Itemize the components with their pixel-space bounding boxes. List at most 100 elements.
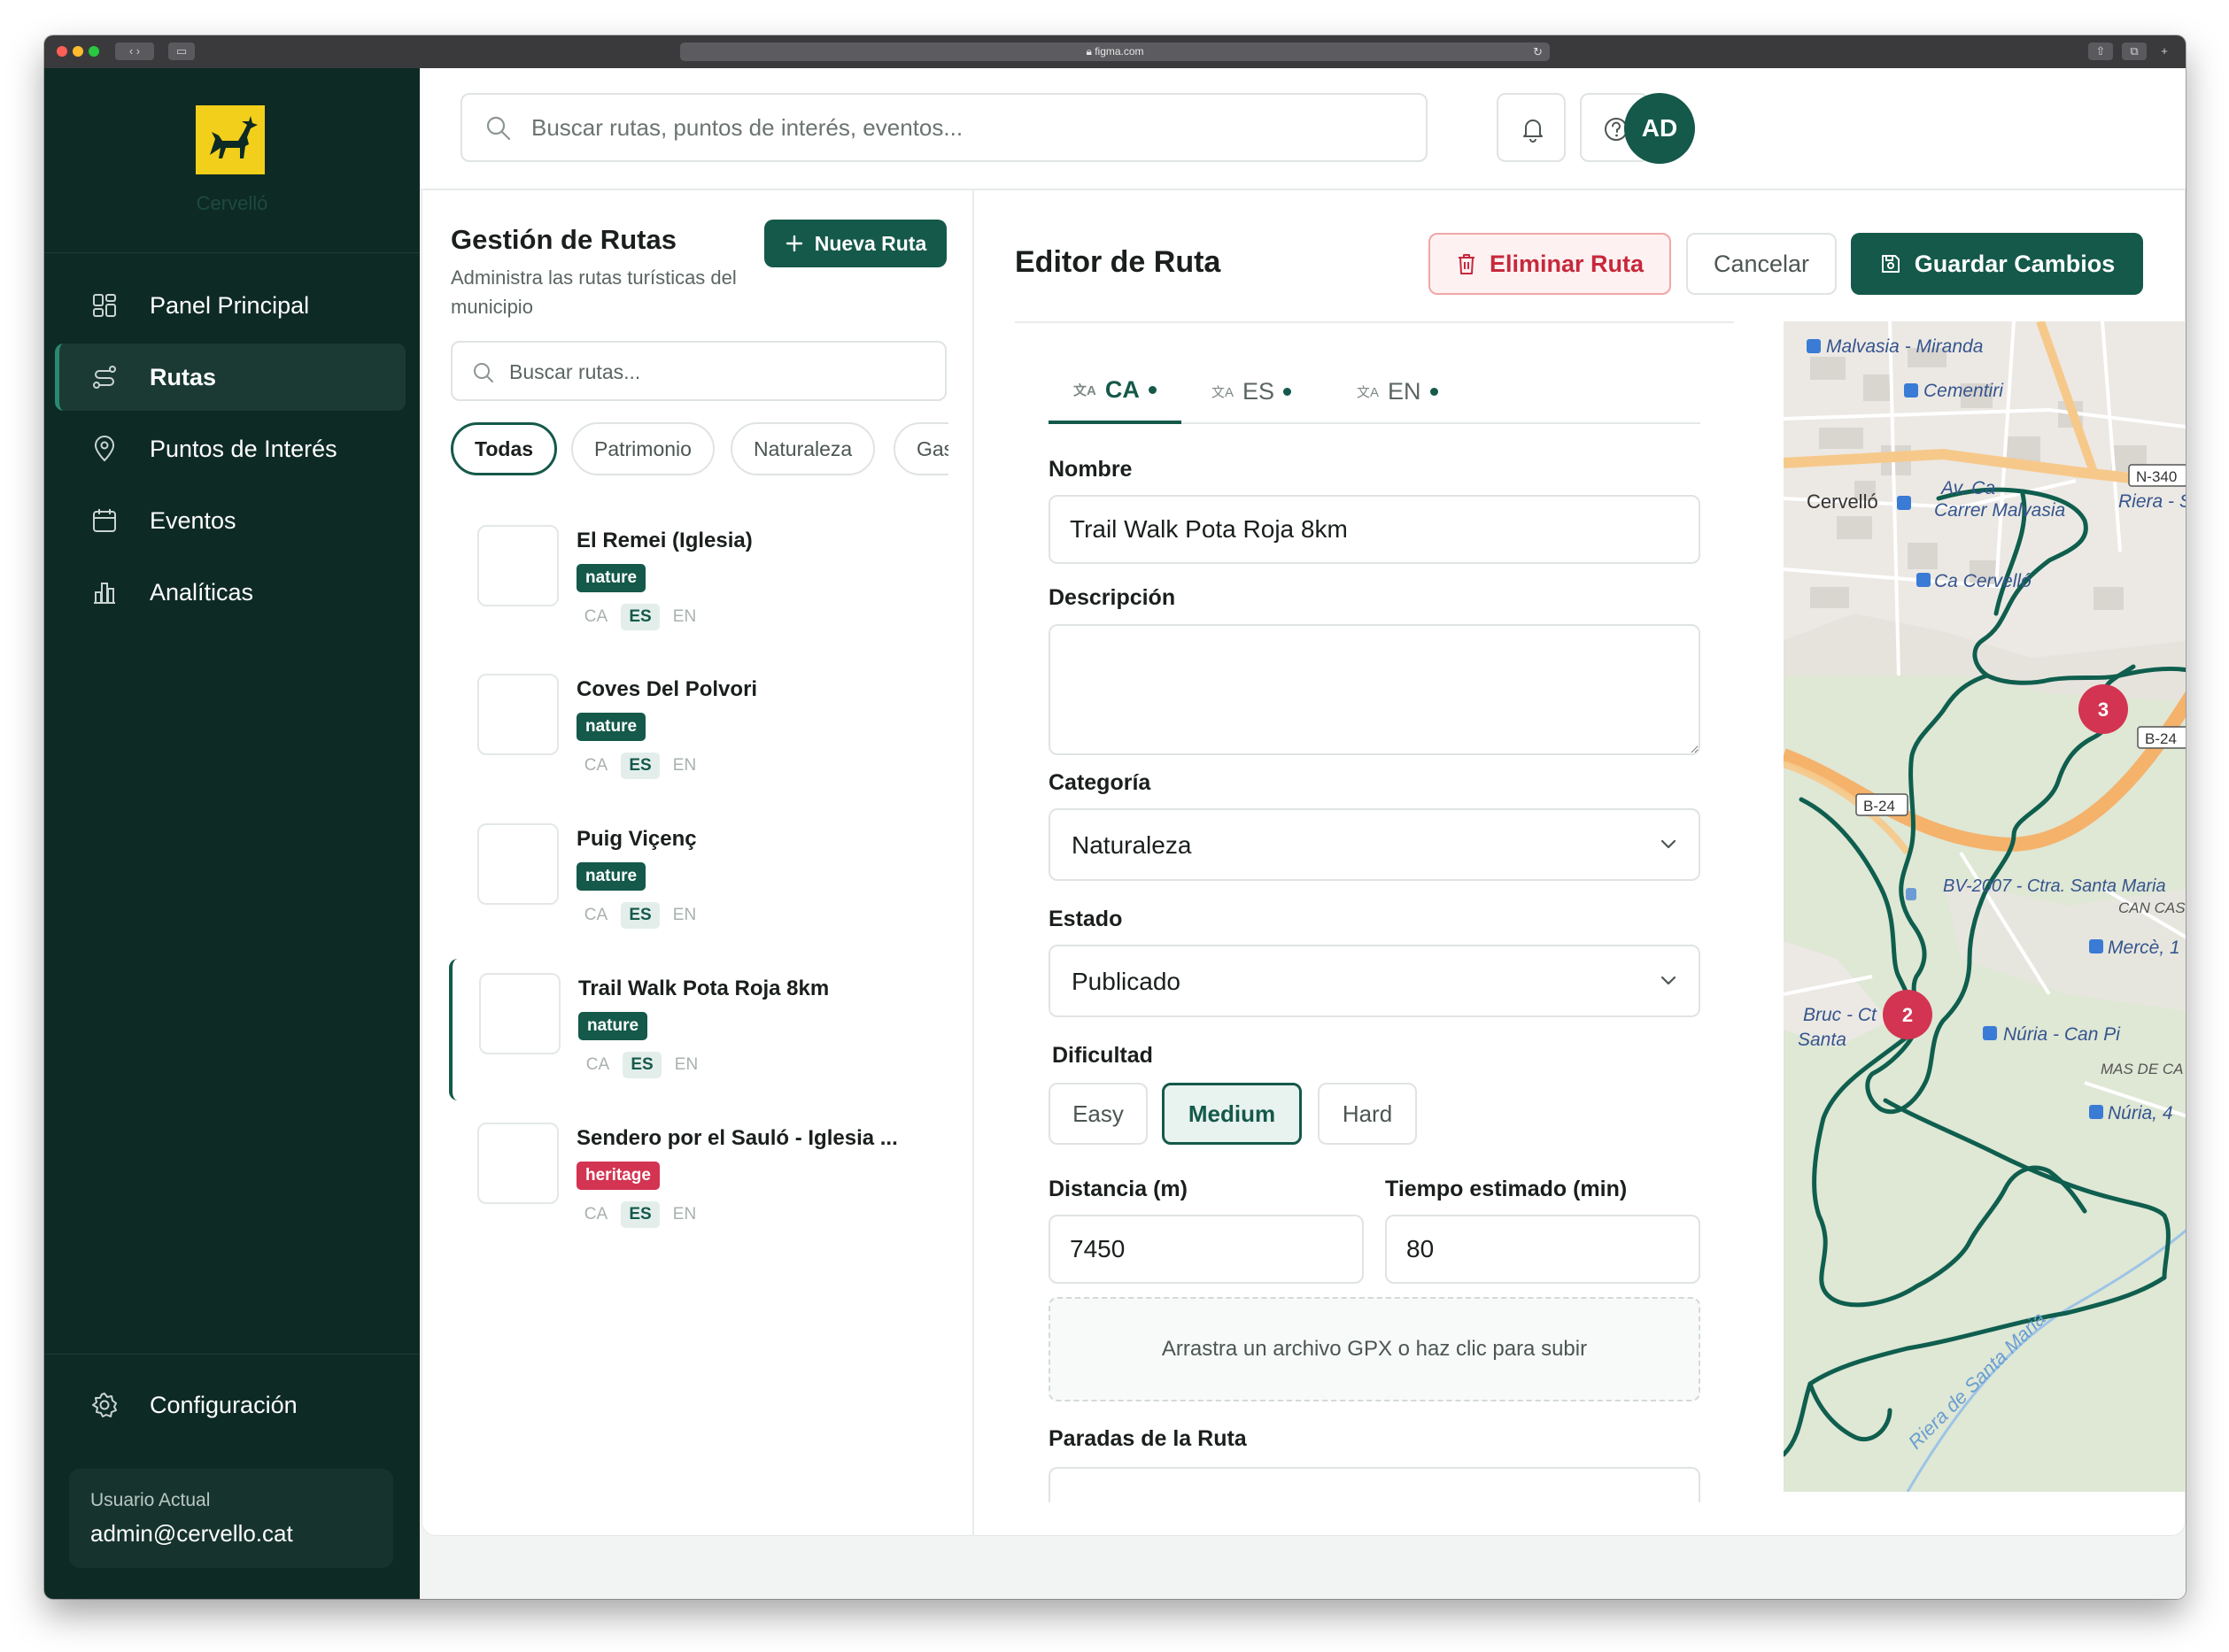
tab-es[interactable]: 文A ES	[1211, 359, 1292, 424]
sidebar-toggle-icon[interactable]: ▭	[168, 42, 195, 60]
route-list-item-selected[interactable]: Trail Walk Pota Roja 8km nature CA ES EN	[449, 959, 945, 1100]
route-icon	[93, 366, 116, 389]
route-stops-list	[1049, 1467, 1700, 1502]
bar-chart-icon	[94, 583, 115, 604]
translate-icon: 文A	[1073, 382, 1096, 398]
tabs-icon[interactable]: ⧉	[2122, 42, 2147, 60]
distance-input[interactable]	[1049, 1215, 1364, 1284]
delete-route-button[interactable]: Eliminar Ruta	[1428, 233, 1671, 295]
brand-name: Cervelló	[196, 192, 268, 214]
category-tag: nature	[577, 862, 646, 891]
sidebar-item-rutas[interactable]: Rutas	[55, 344, 406, 411]
sidebar-item-label: Puntos de Interés	[150, 436, 337, 462]
sidebar-divider	[44, 1354, 420, 1355]
sidebar-item-label: Analíticas	[150, 579, 254, 606]
plus-icon	[786, 235, 802, 252]
save-icon	[1881, 255, 1900, 273]
route-thumbnail	[477, 525, 559, 606]
lang-badge-en: EN	[672, 1205, 697, 1224]
sidebar-item-puntos-de-interes[interactable]: Puntos de Interés	[55, 415, 406, 482]
new-route-label: Nueva Ruta	[814, 231, 927, 255]
marker-number: 3	[2098, 699, 2109, 721]
tab-label: EN	[1388, 377, 1421, 405]
category-tag: nature	[577, 564, 646, 592]
sidebar-item-analiticas[interactable]: Analíticas	[55, 559, 406, 626]
map-label: B-24	[2145, 730, 2177, 747]
map-label: Malvasia - Miranda	[1826, 336, 1983, 357]
app: Cervelló Panel Principal Rutas Puntos de…	[44, 68, 2186, 1599]
map-label: Bruc - Ct	[1803, 1005, 1877, 1025]
tab-en[interactable]: 文A EN	[1357, 359, 1438, 424]
difficulty-easy[interactable]: Easy	[1049, 1083, 1148, 1145]
lang-badge-en: EN	[672, 756, 697, 775]
calendar-icon	[93, 509, 116, 532]
current-user-card: Usuario Actual admin@cervello.cat	[69, 1469, 393, 1568]
sidebar-item-configuracion[interactable]: Configuración	[55, 1371, 406, 1439]
map-label: Riera - Sa	[2118, 491, 2186, 512]
filter-chip-todas[interactable]: Todas	[451, 422, 558, 475]
route-map[interactable]: N-340 B-24 B-24 Malvasia - Miranda Cemen…	[1784, 321, 2186, 1492]
editor-title: Editor de Ruta	[1015, 245, 1221, 279]
route-list-item[interactable]: Puig Viçenç nature CA ES EN	[451, 809, 947, 951]
back-forward-icon[interactable]: ‹ ›	[115, 42, 154, 60]
address-bar[interactable]: 🔒︎ figma.com ↻	[680, 42, 1550, 61]
sidebar-item-label: Panel Principal	[150, 292, 310, 319]
share-icon[interactable]: ⇧	[2088, 42, 2113, 60]
global-search[interactable]	[461, 93, 1428, 162]
map-label: BV-2007 - Ctra. Santa Maria	[1943, 876, 2166, 896]
filter-chip-naturaleza[interactable]: Naturaleza	[731, 422, 876, 475]
sidebar-divider	[44, 252, 420, 253]
category-select[interactable]: Naturaleza	[1049, 808, 1700, 881]
minimize-window-button[interactable]	[73, 46, 83, 57]
new-tab-icon[interactable]: +	[2155, 42, 2173, 60]
delete-route-label: Eliminar Ruta	[1489, 250, 1645, 277]
trash-icon	[1458, 254, 1474, 274]
sidebar-item-panel-principal[interactable]: Panel Principal	[55, 272, 406, 339]
status-value: Publicado	[1072, 968, 1180, 995]
status-select[interactable]: Publicado	[1049, 945, 1700, 1017]
gpx-upload-dropzone[interactable]: Arrastra un archivo GPX o haz clic para …	[1049, 1297, 1700, 1401]
notifications-button[interactable]	[1497, 93, 1566, 162]
chevron-down-icon	[1660, 839, 1676, 849]
global-search-input[interactable]	[531, 109, 1399, 146]
tab-ca[interactable]: 文A CA	[1049, 359, 1181, 424]
filter-chips: Todas Patrimonio Naturaleza Gastronomía	[451, 422, 948, 479]
route-list-item[interactable]: El Remei (Iglesia) nature CA ES EN	[451, 511, 947, 652]
category-label: Categoría	[1049, 770, 1151, 795]
filter-chip-gastronomia[interactable]: Gastronomía	[894, 422, 948, 475]
top-bar: AD	[420, 68, 2186, 190]
distance-label: Distancia (m)	[1049, 1177, 1188, 1201]
routes-search-input[interactable]	[509, 355, 925, 389]
marker-number: 2	[1902, 1004, 1913, 1026]
browser-window: ‹ › ▭ 🔒︎ figma.com ↻ ⇧ ⧉ + Cervelló Pane…	[44, 35, 2186, 1599]
routes-search[interactable]	[451, 341, 947, 401]
save-changes-button[interactable]: Guardar Cambios	[1851, 233, 2143, 295]
lang-badge-ca: CA	[584, 1205, 608, 1224]
route-form: 文A CA 文A ES 文A EN Nombre Trail Walk Pota…	[1015, 321, 1734, 1536]
filter-chip-patrimonio[interactable]: Patrimonio	[571, 422, 715, 475]
close-window-button[interactable]	[57, 46, 67, 57]
category-tag: nature	[578, 1012, 648, 1040]
cancel-button[interactable]: Cancelar	[1686, 233, 1837, 295]
lang-badge-es: ES	[621, 902, 660, 929]
route-list-item[interactable]: Coves Del Polvori nature CA ES EN	[451, 660, 947, 801]
map-marker-3[interactable]: 3	[2078, 684, 2128, 734]
sidebar-item-label: Rutas	[150, 364, 217, 390]
name-label: Nombre	[1049, 457, 1133, 482]
lang-badge-ca: CA	[585, 1055, 610, 1074]
map-label: MAS DE CA	[2101, 1061, 2184, 1077]
zoom-window-button[interactable]	[89, 46, 99, 57]
difficulty-hard[interactable]: Hard	[1318, 1083, 1417, 1145]
route-list-item[interactable]: Sendero por el Sauló - Iglesia ... herit…	[451, 1108, 947, 1250]
description-textarea[interactable]	[1049, 624, 1700, 755]
name-input[interactable]	[1049, 495, 1700, 564]
sidebar-item-eventos[interactable]: Eventos	[55, 487, 406, 554]
user-avatar[interactable]: AD	[1624, 93, 1695, 164]
route-name: Sendero por el Sauló - Iglesia ...	[577, 1126, 898, 1150]
difficulty-medium[interactable]: Medium	[1162, 1083, 1302, 1145]
new-route-button[interactable]: Nueva Ruta	[764, 220, 947, 267]
map-marker-2[interactable]: 2	[1883, 990, 1932, 1039]
reload-icon[interactable]: ↻	[1533, 42, 1543, 61]
time-input[interactable]	[1385, 1215, 1700, 1284]
route-stops-label: Paradas de la Ruta	[1049, 1426, 1247, 1451]
